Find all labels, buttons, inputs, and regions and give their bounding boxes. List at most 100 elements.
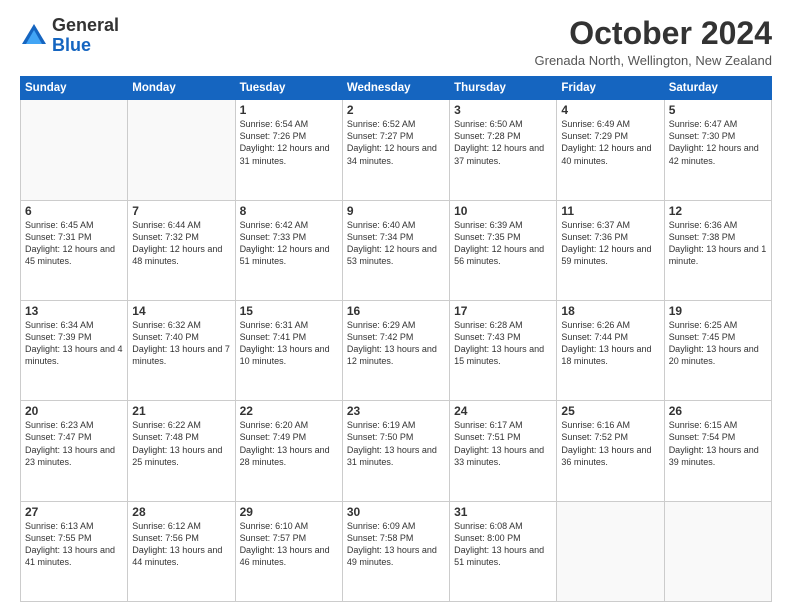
day-info-22: Sunrise: 6:20 AM Sunset: 7:49 PM Dayligh… [240, 419, 338, 468]
day-info-10: Sunrise: 6:39 AM Sunset: 7:35 PM Dayligh… [454, 219, 552, 268]
day-number-24: 24 [454, 404, 552, 418]
logo-blue-text: Blue [52, 35, 91, 55]
day-number-1: 1 [240, 103, 338, 117]
day-cell-4-7: 26Sunrise: 6:15 AM Sunset: 7:54 PM Dayli… [664, 401, 771, 501]
day-cell-4-3: 22Sunrise: 6:20 AM Sunset: 7:49 PM Dayli… [235, 401, 342, 501]
day-info-20: Sunrise: 6:23 AM Sunset: 7:47 PM Dayligh… [25, 419, 123, 468]
day-cell-1-6: 4Sunrise: 6:49 AM Sunset: 7:29 PM Daylig… [557, 100, 664, 200]
day-cell-5-1: 27Sunrise: 6:13 AM Sunset: 7:55 PM Dayli… [21, 501, 128, 601]
day-info-18: Sunrise: 6:26 AM Sunset: 7:44 PM Dayligh… [561, 319, 659, 368]
day-info-21: Sunrise: 6:22 AM Sunset: 7:48 PM Dayligh… [132, 419, 230, 468]
day-number-19: 19 [669, 304, 767, 318]
day-number-23: 23 [347, 404, 445, 418]
day-cell-5-3: 29Sunrise: 6:10 AM Sunset: 7:57 PM Dayli… [235, 501, 342, 601]
day-info-3: Sunrise: 6:50 AM Sunset: 7:28 PM Dayligh… [454, 118, 552, 167]
day-info-30: Sunrise: 6:09 AM Sunset: 7:58 PM Dayligh… [347, 520, 445, 569]
day-cell-2-4: 9Sunrise: 6:40 AM Sunset: 7:34 PM Daylig… [342, 200, 449, 300]
day-info-23: Sunrise: 6:19 AM Sunset: 7:50 PM Dayligh… [347, 419, 445, 468]
day-info-27: Sunrise: 6:13 AM Sunset: 7:55 PM Dayligh… [25, 520, 123, 569]
day-info-9: Sunrise: 6:40 AM Sunset: 7:34 PM Dayligh… [347, 219, 445, 268]
day-number-31: 31 [454, 505, 552, 519]
day-number-18: 18 [561, 304, 659, 318]
day-number-25: 25 [561, 404, 659, 418]
day-info-15: Sunrise: 6:31 AM Sunset: 7:41 PM Dayligh… [240, 319, 338, 368]
day-info-7: Sunrise: 6:44 AM Sunset: 7:32 PM Dayligh… [132, 219, 230, 268]
day-number-4: 4 [561, 103, 659, 117]
day-number-21: 21 [132, 404, 230, 418]
page: General Blue October 2024 Grenada North,… [0, 0, 792, 612]
day-cell-2-6: 11Sunrise: 6:37 AM Sunset: 7:36 PM Dayli… [557, 200, 664, 300]
day-cell-5-5: 31Sunrise: 6:08 AM Sunset: 8:00 PM Dayli… [450, 501, 557, 601]
day-number-2: 2 [347, 103, 445, 117]
day-header-row: Sunday Monday Tuesday Wednesday Thursday… [21, 77, 772, 100]
day-number-10: 10 [454, 204, 552, 218]
day-number-22: 22 [240, 404, 338, 418]
day-number-17: 17 [454, 304, 552, 318]
day-number-9: 9 [347, 204, 445, 218]
day-info-14: Sunrise: 6:32 AM Sunset: 7:40 PM Dayligh… [132, 319, 230, 368]
day-cell-3-4: 16Sunrise: 6:29 AM Sunset: 7:42 PM Dayli… [342, 300, 449, 400]
day-number-7: 7 [132, 204, 230, 218]
day-cell-2-3: 8Sunrise: 6:42 AM Sunset: 7:33 PM Daylig… [235, 200, 342, 300]
day-number-26: 26 [669, 404, 767, 418]
day-cell-2-5: 10Sunrise: 6:39 AM Sunset: 7:35 PM Dayli… [450, 200, 557, 300]
day-cell-2-7: 12Sunrise: 6:36 AM Sunset: 7:38 PM Dayli… [664, 200, 771, 300]
day-cell-3-6: 18Sunrise: 6:26 AM Sunset: 7:44 PM Dayli… [557, 300, 664, 400]
day-number-3: 3 [454, 103, 552, 117]
day-info-28: Sunrise: 6:12 AM Sunset: 7:56 PM Dayligh… [132, 520, 230, 569]
day-cell-4-6: 25Sunrise: 6:16 AM Sunset: 7:52 PM Dayli… [557, 401, 664, 501]
day-info-24: Sunrise: 6:17 AM Sunset: 7:51 PM Dayligh… [454, 419, 552, 468]
day-cell-3-2: 14Sunrise: 6:32 AM Sunset: 7:40 PM Dayli… [128, 300, 235, 400]
day-cell-4-1: 20Sunrise: 6:23 AM Sunset: 7:47 PM Dayli… [21, 401, 128, 501]
header-tuesday: Tuesday [235, 77, 342, 100]
day-cell-1-1 [21, 100, 128, 200]
day-cell-1-5: 3Sunrise: 6:50 AM Sunset: 7:28 PM Daylig… [450, 100, 557, 200]
week-row-4: 20Sunrise: 6:23 AM Sunset: 7:47 PM Dayli… [21, 401, 772, 501]
day-info-5: Sunrise: 6:47 AM Sunset: 7:30 PM Dayligh… [669, 118, 767, 167]
day-cell-1-4: 2Sunrise: 6:52 AM Sunset: 7:27 PM Daylig… [342, 100, 449, 200]
calendar-body: 1Sunrise: 6:54 AM Sunset: 7:26 PM Daylig… [21, 100, 772, 602]
day-info-29: Sunrise: 6:10 AM Sunset: 7:57 PM Dayligh… [240, 520, 338, 569]
day-cell-1-2 [128, 100, 235, 200]
day-info-12: Sunrise: 6:36 AM Sunset: 7:38 PM Dayligh… [669, 219, 767, 268]
day-cell-3-1: 13Sunrise: 6:34 AM Sunset: 7:39 PM Dayli… [21, 300, 128, 400]
title-area: October 2024 Grenada North, Wellington, … [535, 16, 773, 68]
day-number-27: 27 [25, 505, 123, 519]
day-number-13: 13 [25, 304, 123, 318]
month-title: October 2024 [535, 16, 773, 51]
location-subtitle: Grenada North, Wellington, New Zealand [535, 53, 773, 68]
day-number-28: 28 [132, 505, 230, 519]
day-info-8: Sunrise: 6:42 AM Sunset: 7:33 PM Dayligh… [240, 219, 338, 268]
calendar-table: Sunday Monday Tuesday Wednesday Thursday… [20, 76, 772, 602]
header-wednesday: Wednesday [342, 77, 449, 100]
day-cell-2-2: 7Sunrise: 6:44 AM Sunset: 7:32 PM Daylig… [128, 200, 235, 300]
day-info-16: Sunrise: 6:29 AM Sunset: 7:42 PM Dayligh… [347, 319, 445, 368]
day-number-12: 12 [669, 204, 767, 218]
day-cell-2-1: 6Sunrise: 6:45 AM Sunset: 7:31 PM Daylig… [21, 200, 128, 300]
day-number-5: 5 [669, 103, 767, 117]
week-row-1: 1Sunrise: 6:54 AM Sunset: 7:26 PM Daylig… [21, 100, 772, 200]
day-number-11: 11 [561, 204, 659, 218]
day-cell-4-2: 21Sunrise: 6:22 AM Sunset: 7:48 PM Dayli… [128, 401, 235, 501]
week-row-2: 6Sunrise: 6:45 AM Sunset: 7:31 PM Daylig… [21, 200, 772, 300]
day-cell-4-4: 23Sunrise: 6:19 AM Sunset: 7:50 PM Dayli… [342, 401, 449, 501]
day-number-29: 29 [240, 505, 338, 519]
day-number-16: 16 [347, 304, 445, 318]
day-info-17: Sunrise: 6:28 AM Sunset: 7:43 PM Dayligh… [454, 319, 552, 368]
logo: General Blue [20, 16, 119, 56]
day-cell-1-7: 5Sunrise: 6:47 AM Sunset: 7:30 PM Daylig… [664, 100, 771, 200]
header-friday: Friday [557, 77, 664, 100]
day-number-15: 15 [240, 304, 338, 318]
day-cell-1-3: 1Sunrise: 6:54 AM Sunset: 7:26 PM Daylig… [235, 100, 342, 200]
day-cell-5-2: 28Sunrise: 6:12 AM Sunset: 7:56 PM Dayli… [128, 501, 235, 601]
logo-text: General Blue [52, 16, 119, 56]
day-info-26: Sunrise: 6:15 AM Sunset: 7:54 PM Dayligh… [669, 419, 767, 468]
header: General Blue October 2024 Grenada North,… [20, 16, 772, 68]
logo-icon [20, 22, 48, 50]
day-cell-5-7 [664, 501, 771, 601]
day-info-19: Sunrise: 6:25 AM Sunset: 7:45 PM Dayligh… [669, 319, 767, 368]
day-info-25: Sunrise: 6:16 AM Sunset: 7:52 PM Dayligh… [561, 419, 659, 468]
day-info-13: Sunrise: 6:34 AM Sunset: 7:39 PM Dayligh… [25, 319, 123, 368]
header-saturday: Saturday [664, 77, 771, 100]
day-number-8: 8 [240, 204, 338, 218]
